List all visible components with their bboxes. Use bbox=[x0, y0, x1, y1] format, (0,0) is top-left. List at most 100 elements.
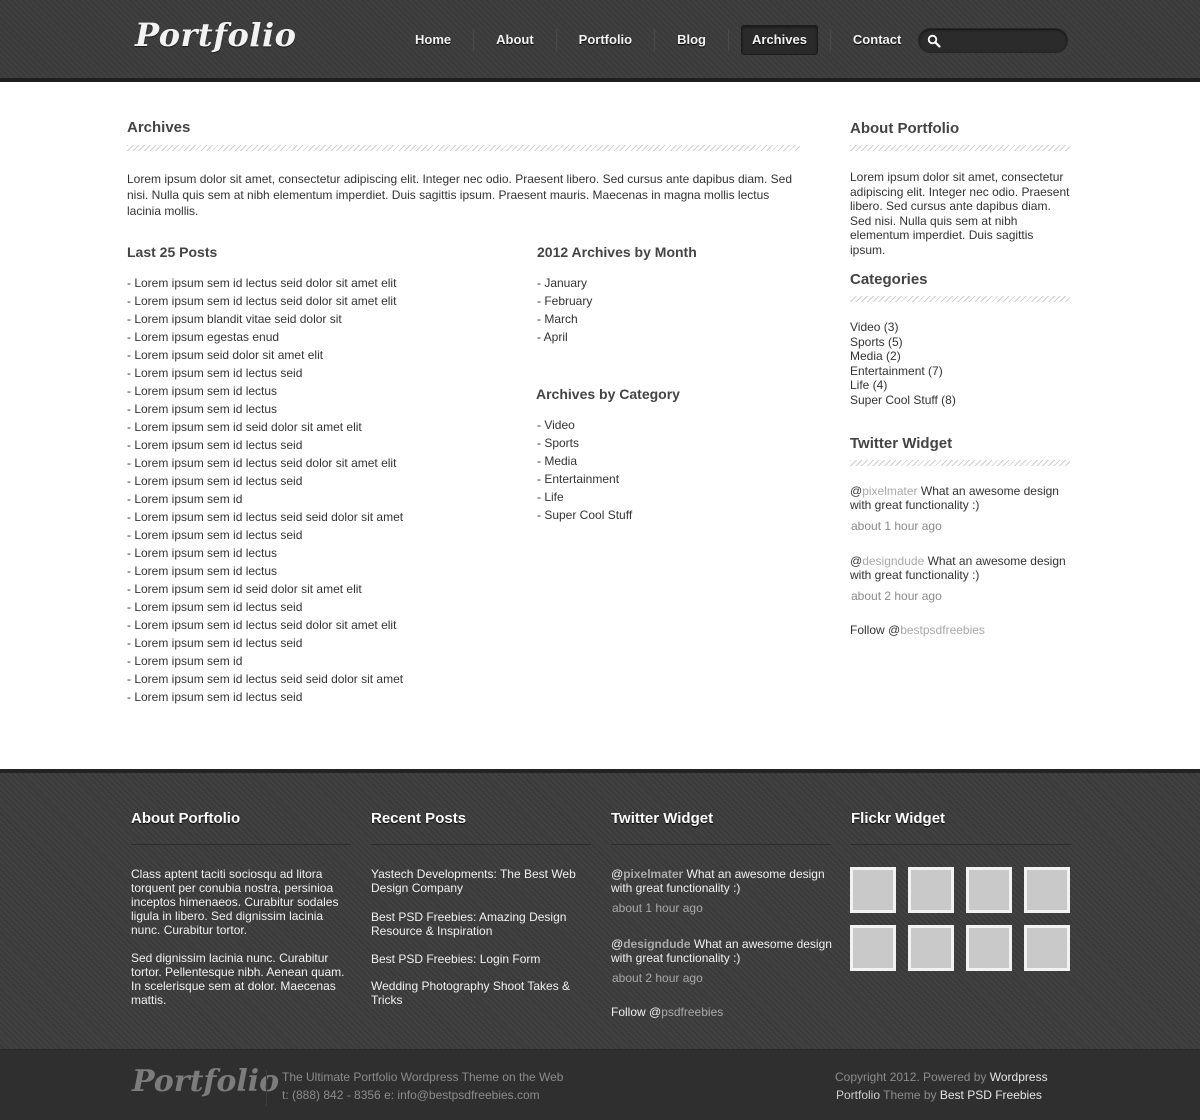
archive-post-link[interactable]: - Lorem ipsum sem id seid dolor sit amet… bbox=[127, 418, 403, 436]
archive-post-link[interactable]: - Lorem ipsum sem id lectus seid bbox=[127, 634, 403, 652]
footer-recent-posts-title: Recent Posts bbox=[371, 810, 467, 827]
archive-post-link[interactable]: - Lorem ipsum blandit vitae seid dolor s… bbox=[127, 310, 403, 328]
intro-paragraph: Lorem ipsum dolor sit amet, consectetur … bbox=[127, 172, 793, 218]
flickr-thumbnail[interactable] bbox=[1024, 925, 1070, 971]
archive-post-link[interactable]: - Lorem ipsum sem id lectus seid dolor s… bbox=[127, 292, 403, 310]
archive-category-link[interactable]: - Video bbox=[537, 416, 632, 434]
category-link[interactable]: Life (4) bbox=[850, 378, 956, 393]
nav-archives[interactable]: Archives bbox=[741, 25, 818, 55]
flickr-thumbnail[interactable] bbox=[908, 867, 954, 913]
copyright-prefix: Copyright 2012. Powered by bbox=[835, 1070, 990, 1084]
flickr-thumbnail[interactable] bbox=[908, 925, 954, 971]
category-link[interactable]: Super Cool Stuff (8) bbox=[850, 393, 956, 408]
tweet-time: about 2 hour ago bbox=[612, 971, 703, 985]
sidebar-divider bbox=[850, 145, 1070, 151]
archive-post-link[interactable]: - Lorem ipsum sem id lectus seid bbox=[127, 364, 403, 382]
tweet-handle[interactable]: designdude bbox=[623, 937, 690, 951]
category-link[interactable]: Sports (5) bbox=[850, 335, 956, 350]
last-posts-title: Last 25 Posts bbox=[127, 244, 218, 260]
archive-month-link[interactable]: - January bbox=[537, 274, 592, 292]
footer-logo[interactable]: Portfolio bbox=[132, 1064, 279, 1099]
category-link[interactable]: Media (2) bbox=[850, 349, 956, 364]
archive-post-link[interactable]: - Lorem ipsum sem id bbox=[127, 652, 403, 670]
archives-by-month-title: 2012 Archives by Month bbox=[537, 244, 697, 260]
theme-author-link[interactable]: Best PSD Freebies bbox=[940, 1088, 1042, 1102]
site-logo[interactable]: Portfolio bbox=[135, 16, 296, 54]
footer-about-title: About Porftolio bbox=[131, 810, 241, 827]
archive-post-link[interactable]: - Lorem ipsum sem id lectus seid dolor s… bbox=[127, 454, 403, 472]
archive-post-link[interactable]: - Lorem ipsum sem id lectus seid dolor s… bbox=[127, 616, 403, 634]
nav-portfolio[interactable]: Portfolio bbox=[569, 25, 642, 55]
flickr-thumbnail[interactable] bbox=[1024, 867, 1070, 913]
footer-divider bbox=[371, 844, 591, 845]
tweet-time: about 1 hour ago bbox=[612, 901, 703, 915]
sidebar-about-title: About Portfolio bbox=[850, 120, 960, 137]
flickr-thumbnail[interactable] bbox=[966, 925, 1012, 971]
archive-post-link[interactable]: - Lorem ipsum sem id lectus seid bbox=[127, 598, 403, 616]
recent-post-link[interactable]: Best PSD Freebies: Login Form bbox=[371, 952, 586, 966]
footer-logo-divider bbox=[266, 1070, 267, 1106]
footer-contact: t: (888) 842 - 8356 e: info@bestpsdfreeb… bbox=[282, 1088, 540, 1102]
search-input[interactable] bbox=[945, 32, 1060, 50]
archive-post-link[interactable]: - Lorem ipsum sem id lectus bbox=[127, 400, 403, 418]
archive-post-link[interactable]: - Lorem ipsum sem id lectus seid bbox=[127, 526, 403, 544]
footer-twitter-title: Twitter Widget bbox=[611, 810, 714, 827]
archive-post-link[interactable]: - Lorem ipsum sem id lectus bbox=[127, 382, 403, 400]
archive-post-link[interactable]: - Lorem ipsum sem id lectus seid seid do… bbox=[127, 670, 403, 688]
archive-post-link[interactable]: - Lorem ipsum sem id lectus seid dolor s… bbox=[127, 274, 403, 292]
tweet-time: about 1 hour ago bbox=[851, 519, 942, 533]
follow-handle-link[interactable]: psdfreebies bbox=[661, 1005, 723, 1019]
footer-follow: Follow @psdfreebies bbox=[611, 1005, 723, 1019]
title-divider bbox=[127, 145, 800, 151]
archives-by-category-list: - Video - Sports - Media - Entertainment - L… bbox=[537, 416, 632, 524]
archive-month-link[interactable]: - April bbox=[537, 328, 592, 346]
archive-post-link[interactable]: - Lorem ipsum sem id lectus seid bbox=[127, 472, 403, 490]
recent-post-link[interactable]: Best PSD Freebies: Amazing Design Resour… bbox=[371, 910, 586, 938]
archive-category-link[interactable]: - Life bbox=[537, 488, 632, 506]
archive-post-link[interactable]: - Lorem ipsum sem id lectus seid bbox=[127, 688, 403, 706]
sidebar-categories-title: Categories bbox=[850, 271, 928, 288]
archive-month-link[interactable]: - March bbox=[537, 310, 592, 328]
sidebar-tweet: @pixelmater What an awesome design with … bbox=[850, 484, 1072, 512]
nav-contact[interactable]: Contact bbox=[843, 25, 911, 55]
archive-post-link[interactable]: - Lorem ipsum seid dolor sit amet elit bbox=[127, 346, 403, 364]
nav-divider bbox=[728, 29, 729, 51]
nav-home[interactable]: Home bbox=[405, 25, 461, 55]
tweet-handle[interactable]: pixelmater bbox=[623, 867, 683, 881]
search-icon[interactable] bbox=[927, 34, 941, 48]
flickr-thumbnail[interactable] bbox=[850, 867, 896, 913]
archive-post-link[interactable]: - Lorem ipsum sem id seid dolor sit amet… bbox=[127, 580, 403, 598]
flickr-thumbnail[interactable] bbox=[850, 925, 896, 971]
tweet-handle[interactable]: designdude bbox=[862, 554, 924, 568]
archive-post-link[interactable]: - Lorem ipsum egestas enud bbox=[127, 328, 403, 346]
category-link[interactable]: Entertainment (7) bbox=[850, 364, 956, 379]
sidebar-categories-list: Video (3) Sports (5) Media (2) Entertainmen… bbox=[850, 320, 956, 407]
recent-post-link[interactable]: Wedding Photography Shoot Takes & Tricks bbox=[371, 979, 586, 1007]
archive-post-link[interactable]: - Lorem ipsum sem id lectus seid seid do… bbox=[127, 508, 403, 526]
archive-category-link[interactable]: - Entertainment bbox=[537, 470, 632, 488]
site-footer: About Porftolio Class aptent taciti soci… bbox=[0, 769, 1200, 1049]
category-link[interactable]: Video (3) bbox=[850, 320, 956, 335]
sidebar-divider bbox=[850, 296, 1070, 302]
nav-about[interactable]: About bbox=[486, 25, 544, 55]
tweet-time: about 2 hour ago bbox=[851, 589, 942, 603]
nav-blog[interactable]: Blog bbox=[667, 25, 716, 55]
archive-post-link[interactable]: - Lorem ipsum sem id lectus bbox=[127, 562, 403, 580]
sidebar-tweet: @designdude What an awesome design with … bbox=[850, 554, 1072, 582]
archive-post-link[interactable]: - Lorem ipsum sem id bbox=[127, 490, 403, 508]
archive-category-link[interactable]: - Sports bbox=[537, 434, 632, 452]
archive-month-link[interactable]: - February bbox=[537, 292, 592, 310]
flickr-thumbnail[interactable] bbox=[966, 867, 1012, 913]
archive-category-link[interactable]: - Media bbox=[537, 452, 632, 470]
wordpress-link[interactable]: Wordpress bbox=[990, 1070, 1048, 1084]
theme-name-link[interactable]: Portfolio bbox=[836, 1088, 880, 1102]
archive-post-link[interactable]: - Lorem ipsum sem id lectus seid bbox=[127, 436, 403, 454]
archives-by-category-title: Archives by Category bbox=[536, 386, 680, 402]
footer-divider bbox=[611, 844, 831, 845]
recent-post-link[interactable]: Yastech Developments: The Best Web Desig… bbox=[371, 867, 586, 895]
archive-post-link[interactable]: - Lorem ipsum sem id lectus bbox=[127, 544, 403, 562]
follow-handle-link[interactable]: bestpsdfreebies bbox=[900, 623, 985, 637]
tweet-handle[interactable]: pixelmater bbox=[862, 484, 917, 498]
nav-divider bbox=[555, 29, 557, 51]
archive-category-link[interactable]: - Super Cool Stuff bbox=[537, 506, 632, 524]
